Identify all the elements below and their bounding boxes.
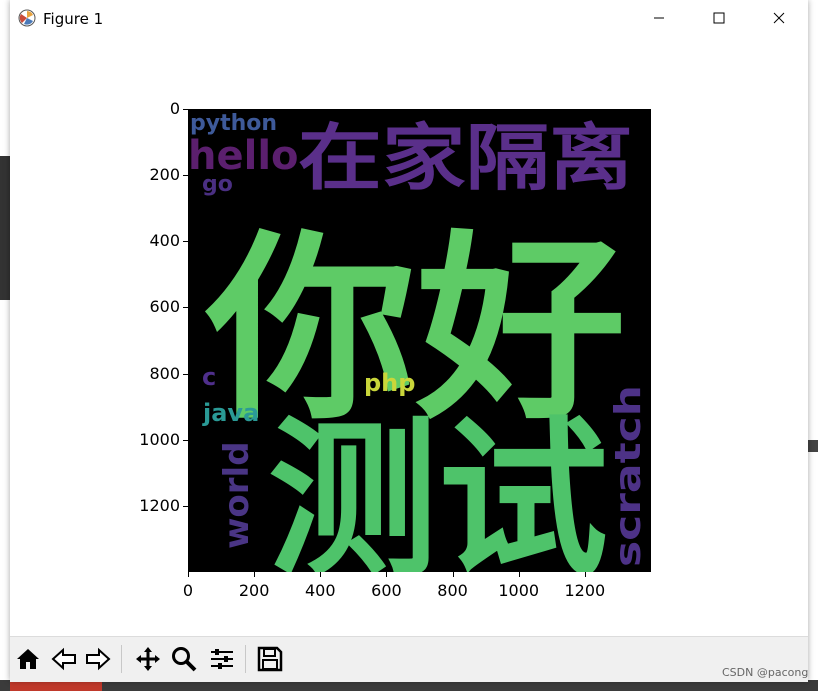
y-tick-mark: [183, 307, 188, 309]
save-button[interactable]: [254, 642, 286, 676]
y-tick-mark: [183, 241, 188, 243]
maximize-icon: [713, 12, 725, 24]
x-tick-mark: [320, 572, 322, 577]
y-tick-label: 1000: [139, 429, 180, 449]
forward-icon: [86, 647, 111, 671]
pan-button[interactable]: [132, 642, 164, 676]
x-tick-label: 1200: [564, 581, 606, 600]
x-tick-label: 0: [182, 581, 194, 600]
pan-icon: [136, 647, 160, 671]
zoom-icon: [172, 647, 197, 672]
minimize-icon: [654, 17, 664, 19]
x-tick-label: 200: [238, 581, 270, 600]
toolbar-separator: [245, 645, 246, 673]
x-tick-label: 1000: [498, 581, 540, 600]
watermark: CSDN @pacong: [722, 666, 809, 679]
x-tick-label: 800: [437, 581, 468, 600]
background-right-edge: [808, 0, 818, 691]
back-icon: [51, 647, 76, 671]
wordcloud-svg: python hello 在家隔离 go c 你好 php java 测试 wo…: [188, 111, 649, 572]
y-tick-mark: [183, 373, 188, 375]
y-tick-label: 800: [149, 363, 180, 383]
background-left-edge: [0, 0, 10, 691]
wordcloud-image[interactable]: python hello 在家隔离 go c 你好 php java 测试 wo…: [188, 109, 651, 572]
close-icon: [773, 12, 785, 24]
navigation-toolbar: [10, 636, 808, 682]
figure-canvas[interactable]: python hello 在家隔离 go c 你好 php java 测试 wo…: [10, 36, 808, 636]
word-go: go: [202, 172, 233, 197]
word-ceshi: 测试: [268, 402, 608, 572]
x-tick-mark: [254, 572, 256, 577]
word-world: world: [217, 441, 257, 549]
x-tick-label: 600: [371, 581, 402, 600]
y-tick-mark: [183, 175, 188, 177]
word-scratch: scratch: [608, 385, 649, 567]
x-tick-label: 400: [305, 581, 336, 600]
y-tick-label: 0: [169, 99, 180, 118]
x-tick-mark: [188, 572, 189, 577]
maximize-button[interactable]: [696, 0, 742, 36]
word-zaijiageli: 在家隔离: [298, 116, 633, 200]
minimize-button[interactable]: [636, 0, 682, 36]
forward-button[interactable]: [82, 642, 114, 676]
x-tick-mark: [452, 572, 454, 577]
y-tick-mark: [183, 109, 188, 110]
x-tick-mark: [386, 572, 388, 577]
figure-window: Figure 1 python hello 在家隔离 go c 你好 php j…: [10, 0, 808, 682]
y-tick-mark: [183, 505, 188, 507]
y-tick-label: 1200: [139, 495, 180, 515]
close-button[interactable]: [756, 0, 802, 36]
x-tick-mark: [584, 572, 586, 577]
word-java: java: [202, 399, 259, 427]
toolbar-separator: [121, 645, 122, 673]
window-title: Figure 1: [43, 10, 104, 28]
zoom-button[interactable]: [168, 642, 200, 676]
y-tick-label: 200: [149, 165, 180, 185]
home-button[interactable]: [12, 642, 44, 676]
word-php: php: [364, 369, 415, 397]
back-button[interactable]: [48, 642, 80, 676]
title-bar[interactable]: Figure 1: [10, 0, 808, 36]
home-icon: [17, 649, 39, 669]
figure-app-icon: [18, 9, 36, 27]
save-icon: [257, 646, 283, 672]
x-tick-mark: [518, 572, 520, 577]
y-tick-label: 600: [149, 297, 180, 317]
y-tick-mark: [183, 439, 188, 441]
configure-subplots-icon: [211, 649, 233, 669]
configure-subplots-button[interactable]: [206, 642, 238, 676]
y-tick-label: 400: [149, 231, 180, 251]
